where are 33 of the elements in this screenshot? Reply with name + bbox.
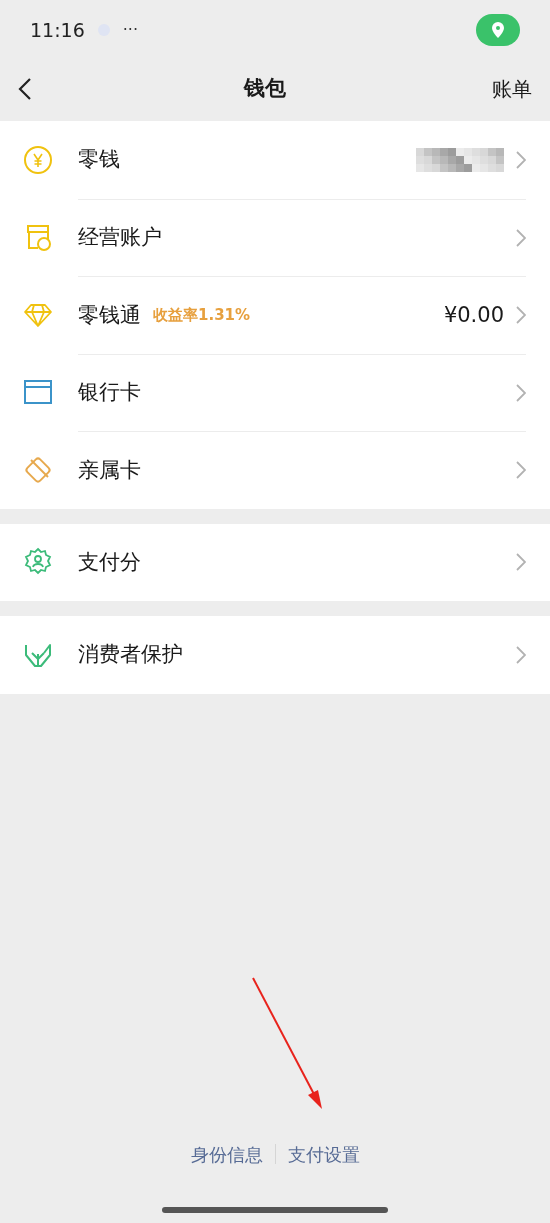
chevron-right-icon [516,553,526,572]
yen-coin-icon [23,144,53,175]
wallet-item[interactable]: 支付分 [0,523,550,601]
wallet-item[interactable]: 零钱通 收益率1.31% ¥0.00 [0,276,550,354]
footer-link[interactable]: 支付设置 [287,1140,360,1168]
bill-link[interactable]: 账单 [492,74,532,104]
item-label: 消费者保护 [78,641,183,668]
wallet-item[interactable]: 亲属卡 [0,431,550,509]
chevron-right-icon [516,306,526,325]
item-label: 经营账户 [78,224,162,251]
wallet-item[interactable]: 银行卡 [0,353,550,431]
back-icon [18,77,32,101]
chevron-right-icon [516,228,526,247]
page-title: 钱包 [244,75,286,103]
item-value: ¥0.00 [443,301,504,329]
chevron-right-icon [516,383,526,402]
chevron-right-icon [516,461,526,480]
chevron-right-icon [516,150,526,169]
status-time: 11:16 [30,17,85,43]
footer-link[interactable]: 身份信息 [190,1140,263,1168]
yield-rate: 收益率1.31% [153,305,251,326]
location-pin-icon [491,22,505,38]
chevron-right-icon [516,645,526,664]
item-label: 零钱通 [78,301,141,329]
item-label: 亲属卡 [78,456,141,484]
wallet-item[interactable]: 零钱 [0,121,550,199]
item-label: 零钱 [78,146,120,173]
wallet-item[interactable]: 经营账户 [0,198,550,276]
item-label: 支付分 [78,548,141,576]
wallet-item[interactable]: 消费者保护 [0,616,550,694]
tilted-card-icon [23,454,53,485]
more-indicator: ··· [122,19,139,41]
item-label: 银行卡 [78,379,141,406]
